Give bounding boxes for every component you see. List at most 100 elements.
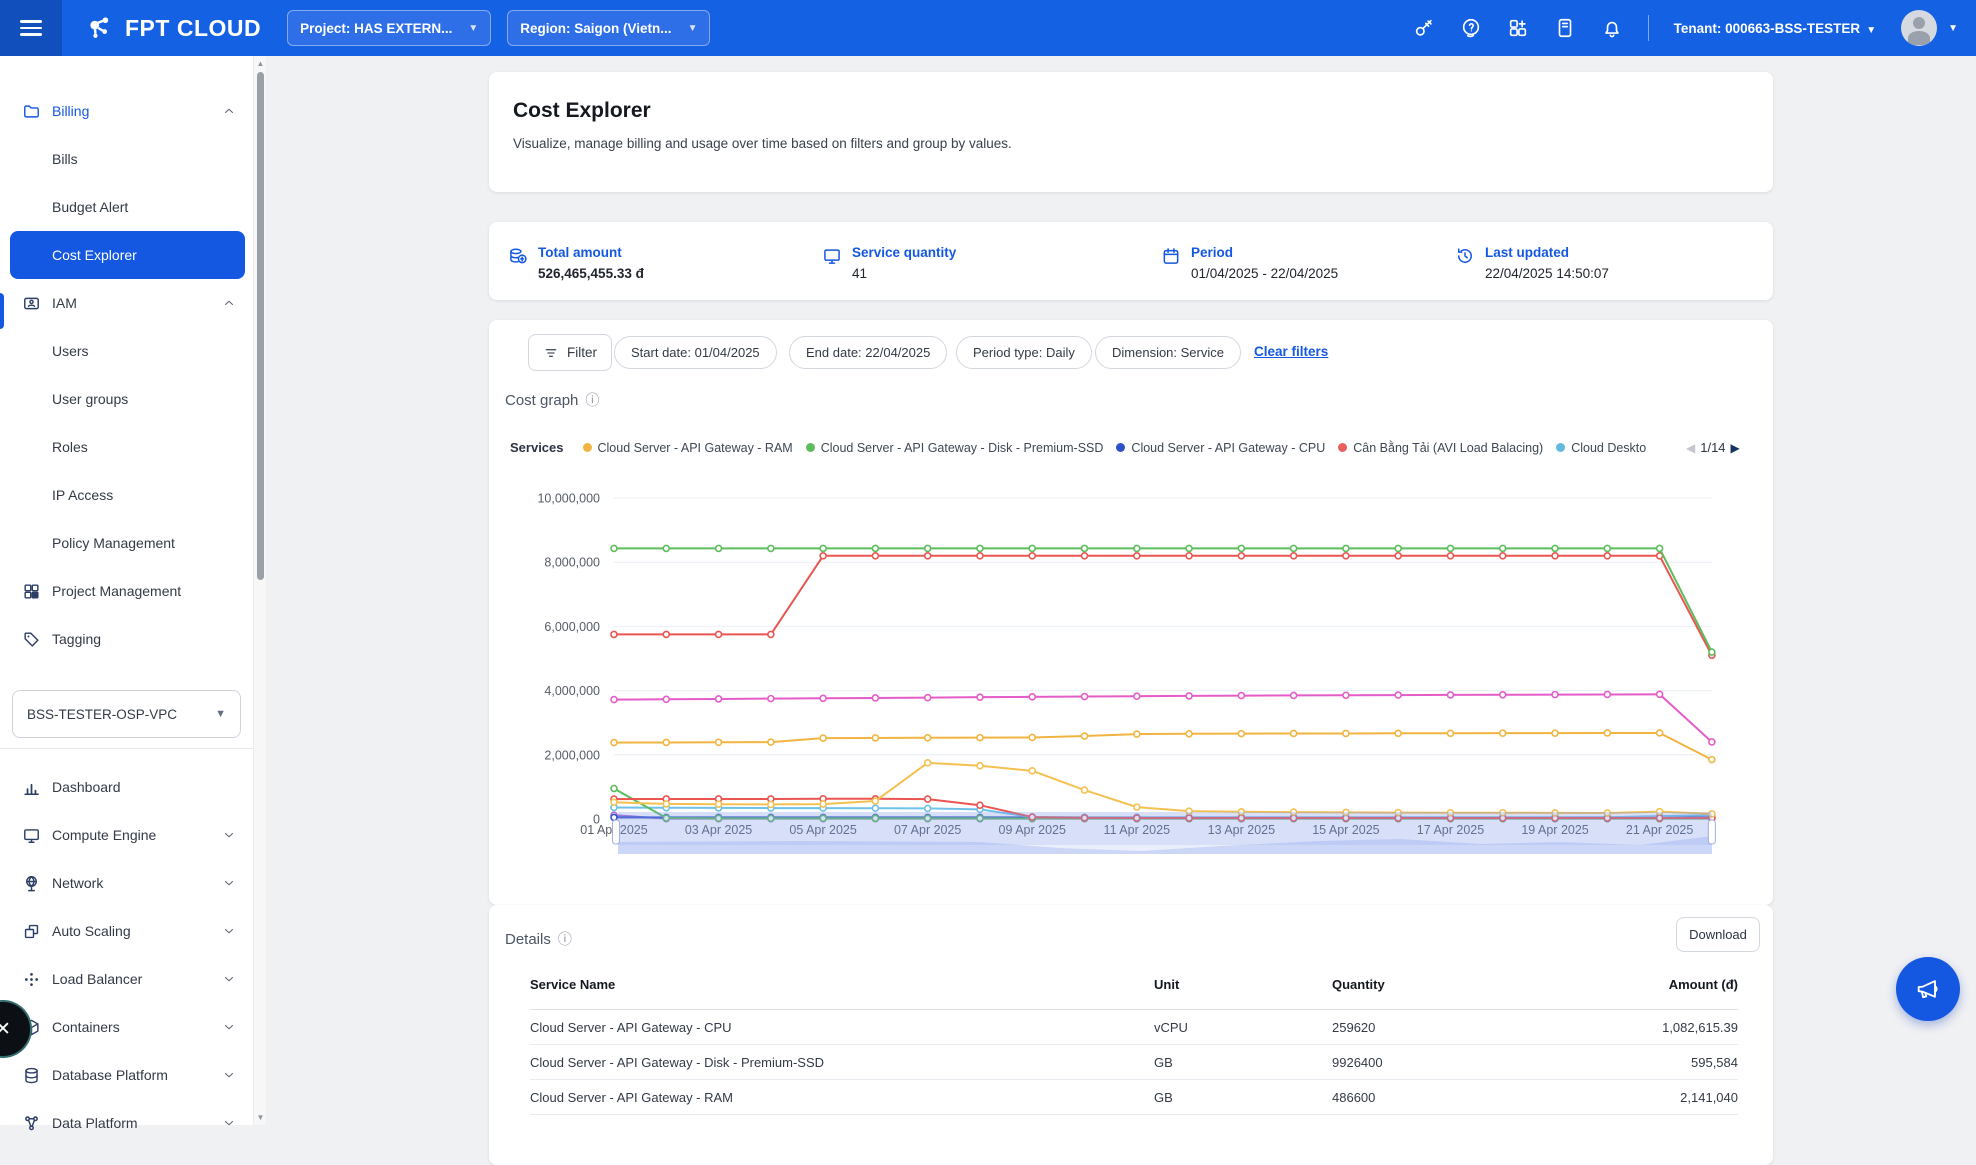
sidebar-item-containers[interactable]: Containers [0, 1003, 253, 1051]
chevron-up-icon[interactable] [222, 104, 236, 118]
legend-item-cloud-server-api-gateway-cpu[interactable]: Cloud Server - API Gateway - CPU [1116, 441, 1325, 455]
chart-brush-selection[interactable] [618, 812, 1712, 845]
sidebar-item-users[interactable]: Users [0, 327, 253, 375]
series-cloud-server-api-gateway-ram [611, 730, 1715, 763]
filter-chip-dimension[interactable]: Dimension: Service [1095, 336, 1241, 369]
clear-filters-link[interactable]: Clear filters [1254, 344, 1328, 359]
info-icon[interactable]: ⓘ [585, 390, 599, 410]
legend-prev-icon[interactable]: ◀ [1686, 441, 1695, 455]
sidebar-item-compute-engine[interactable]: Compute Engine [0, 811, 253, 859]
legend-dot-icon [1116, 443, 1125, 452]
sidebar-item-network[interactable]: Network [0, 859, 253, 907]
sidebar-item-user-groups[interactable]: User groups [0, 375, 253, 423]
legend-pagination: ◀ 1/14 ▶ [1686, 440, 1740, 455]
table-cell: Cloud Server - API Gateway - CPU [530, 1020, 1154, 1035]
download-button[interactable]: Download [1676, 917, 1760, 952]
brand-name: FPT CLOUD [125, 15, 261, 42]
stat-service-quantity: Service quantity41 [822, 245, 956, 281]
table-row[interactable]: Cloud Server - API Gateway - CPUvCPU2596… [530, 1010, 1738, 1045]
avatar[interactable] [1901, 10, 1937, 46]
cost-graph-canvas[interactable]: 02,000,0004,000,0006,000,0008,000,00010,… [500, 470, 1770, 870]
chevron-down-icon[interactable] [222, 1020, 236, 1034]
chevron-up-icon[interactable] [222, 296, 236, 310]
sidebar-item-dashboard[interactable]: Dashboard [0, 763, 253, 811]
filter-chip-end-date[interactable]: End date: 22/04/2025 [789, 336, 947, 369]
info-icon[interactable]: ⓘ [558, 929, 572, 949]
table-row[interactable]: Cloud Server - API Gateway - RAMGB486600… [530, 1080, 1738, 1115]
tenant-selector[interactable]: Tenant: 000663-BSS-TESTER▼ [1674, 21, 1876, 36]
legend-next-icon[interactable]: ▶ [1731, 441, 1740, 455]
sidebar-item-bills[interactable]: Bills [0, 135, 253, 183]
legend-dot-icon [1338, 443, 1347, 452]
sidebar-item-auto-scaling[interactable]: Auto Scaling [0, 907, 253, 955]
docs-icon[interactable] [1554, 17, 1576, 39]
scroll-up-arrow[interactable]: ▲ [254, 59, 267, 68]
chevron-down-icon[interactable] [222, 972, 236, 986]
sidebar-item-label: Data Platform [52, 1115, 138, 1131]
sidebar-item-cost-explorer[interactable]: Cost Explorer [10, 231, 245, 279]
sidebar-item-project-management[interactable]: Project Management [0, 567, 253, 615]
notifications-icon[interactable] [1601, 17, 1623, 39]
sidebar-item-roles[interactable]: Roles [0, 423, 253, 471]
project-selector[interactable]: Project: HAS EXTERN...▼ [287, 10, 491, 46]
scroll-down-arrow[interactable]: ▼ [254, 1113, 267, 1122]
sidebar-item-tagging[interactable]: Tagging [0, 615, 253, 663]
legend-item-cloud-server-api-gateway-disk-premium-ssd[interactable]: Cloud Server - API Gateway - Disk - Prem… [806, 441, 1104, 455]
vpc-selector[interactable]: BSS-TESTER-OSP-VPC▼ [12, 690, 241, 738]
sidebar-divider [0, 748, 253, 749]
brush-handle-right[interactable] [1708, 820, 1715, 844]
menu-toggle-button[interactable] [0, 0, 62, 56]
column-header: Quantity [1332, 977, 1582, 992]
table-header-row: Service NameUnitQuantityAmount (đ) [530, 960, 1738, 1010]
sidebar-item-iam[interactable]: IAM [0, 279, 253, 327]
divider [1648, 15, 1649, 41]
stat-total-amount: Total amount526,465,455.33 đ [508, 245, 644, 281]
legend-item-cloud-deskto[interactable]: Cloud Deskto [1556, 441, 1646, 455]
chevron-down-icon[interactable] [222, 876, 236, 890]
brand-logo[interactable]: FPT CLOUD [82, 11, 261, 45]
table-row[interactable]: Cloud Server - API Gateway - Disk - Prem… [530, 1045, 1738, 1080]
y-axis-tick: 4,000,000 [544, 684, 600, 698]
support-chat-icon[interactable] [1460, 17, 1482, 39]
table-cell: vCPU [1154, 1020, 1332, 1035]
sidebar-item-label: Auto Scaling [52, 923, 131, 939]
y-axis-tick: 10,000,000 [537, 492, 600, 506]
legend-item-cloud-server-api-gateway-ram[interactable]: Cloud Server - API Gateway - RAM [583, 441, 793, 455]
brush-handle-left[interactable] [613, 820, 620, 844]
sidebar-item-policy-management[interactable]: Policy Management [0, 519, 253, 567]
monitor-icon [822, 246, 842, 266]
chevron-down-icon[interactable] [222, 924, 236, 938]
apps-icon[interactable] [1507, 17, 1529, 39]
chevron-down-icon[interactable]: ▼ [1948, 23, 1958, 34]
legend-item-c-n-b-ng-t-i-avi-load-balacing[interactable]: Cân Bằng Tải (AVI Load Balacing) [1338, 441, 1543, 455]
sidebar-item-billing[interactable]: Billing [0, 87, 253, 135]
table-cell: 1,082,615.39 [1582, 1020, 1738, 1035]
filter-button[interactable]: Filter [528, 334, 612, 371]
network-icon [22, 874, 41, 893]
stat-label: Service quantity [852, 245, 956, 260]
sidebar-item-data-platform[interactable]: Data Platform [0, 1099, 253, 1147]
calendar-icon [1161, 246, 1181, 266]
details-card: Detailsⓘ Download Service NameUnitQuanti… [489, 905, 1773, 1165]
chevron-down-icon[interactable] [222, 1068, 236, 1082]
dataplatform-icon [22, 1114, 41, 1133]
filter-chip-period-type[interactable]: Period type: Daily [956, 336, 1092, 369]
announcements-fab[interactable] [1896, 957, 1960, 1021]
sidebar-item-ip-access[interactable]: IP Access [0, 471, 253, 519]
coins-icon [508, 246, 528, 266]
sidebar-item-database-platform[interactable]: Database Platform [0, 1051, 253, 1099]
chevron-down-icon[interactable] [222, 828, 236, 842]
chevron-down-icon[interactable] [222, 1116, 236, 1130]
sidebar-scrollbar[interactable]: ▲ ▼ [253, 56, 266, 1125]
filter-chip-start-date[interactable]: Start date: 01/04/2025 [614, 336, 777, 369]
sidebar-item-budget-alert[interactable]: Budget Alert [0, 183, 253, 231]
details-title: Detailsⓘ [505, 929, 572, 949]
sidebar-item-load-balancer[interactable]: Load Balancer [0, 955, 253, 1003]
key-icon[interactable] [1413, 17, 1435, 39]
loadbalancer-icon [22, 970, 41, 989]
sidebar-item-label: Bills [52, 151, 78, 167]
scrollbar-thumb[interactable] [257, 72, 264, 580]
dashboard-icon [22, 778, 41, 797]
region-selector[interactable]: Region: Saigon (Vietn...▼ [507, 10, 710, 46]
sidebar-item-label: Database Platform [52, 1067, 168, 1083]
